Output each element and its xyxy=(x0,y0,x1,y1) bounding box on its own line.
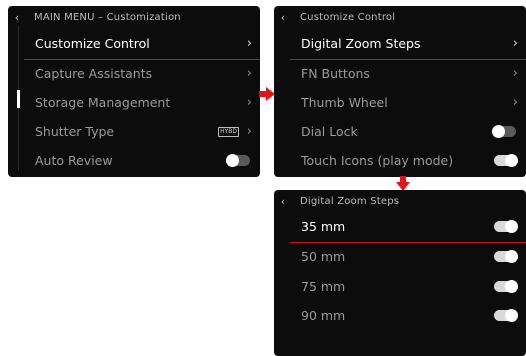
menu-item-dial-lock[interactable]: Dial Lock xyxy=(274,117,526,146)
zoom-step-90mm-toggle[interactable] xyxy=(494,309,518,322)
menu-item-label: Auto Review xyxy=(35,153,113,168)
back-chevron-icon[interactable]: ‹ xyxy=(274,195,292,208)
toggle-knob xyxy=(505,309,518,322)
customize-control-title: Customize Control xyxy=(300,11,396,23)
chevron-right-icon: › xyxy=(246,36,252,51)
toggle-knob xyxy=(505,250,518,263)
menu-item-label: Storage Management xyxy=(35,95,171,110)
zoom-step-label: 35 mm xyxy=(301,219,346,234)
zoom-step-label: 75 mm xyxy=(301,279,346,294)
toggle-knob xyxy=(505,280,518,293)
zoom-step-label: 50 mm xyxy=(301,249,346,264)
arrow-right-icon xyxy=(259,87,275,101)
menu-item-label: Dial Lock xyxy=(301,124,358,139)
toggle-knob xyxy=(505,154,518,167)
chevron-right-icon: › xyxy=(246,95,252,110)
zoom-step-50mm-toggle[interactable] xyxy=(494,250,518,263)
arrow-down-icon xyxy=(396,176,410,191)
menu-item-label: Touch Icons (play mode) xyxy=(301,153,454,168)
zoom-step-75mm[interactable]: 75 mm xyxy=(274,272,526,301)
zoom-step-90mm[interactable]: 90 mm xyxy=(274,301,526,330)
menu-item-storage-management[interactable]: Storage Management › xyxy=(8,88,260,117)
digital-zoom-steps-title: Digital Zoom Steps xyxy=(300,195,400,207)
toggle-knob xyxy=(505,220,518,233)
zoom-step-35mm[interactable]: 35 mm xyxy=(274,212,526,243)
menu-item-label: FN Buttons xyxy=(301,66,370,81)
chevron-right-icon: › xyxy=(512,95,518,110)
dial-lock-toggle[interactable] xyxy=(492,125,516,138)
menu-item-label: Capture Assistants xyxy=(35,66,153,81)
chevron-right-icon: › xyxy=(512,36,518,51)
menu-item-touch-icons[interactable]: Touch Icons (play mode) xyxy=(274,146,526,175)
toggle-knob xyxy=(226,154,239,167)
menu-item-label: Thumb Wheel xyxy=(301,95,388,110)
chevron-right-icon: › xyxy=(246,66,252,81)
menu-item-capture-assistants[interactable]: Capture Assistants › xyxy=(8,59,260,88)
toggle-knob xyxy=(492,125,505,138)
auto-review-toggle[interactable] xyxy=(226,154,250,167)
zoom-step-35mm-toggle[interactable] xyxy=(494,220,518,233)
digital-zoom-steps-panel: ‹ Digital Zoom Steps 35 mm 50 mm 75 mm 9… xyxy=(274,190,526,356)
zoom-step-label: 90 mm xyxy=(301,308,346,323)
main-menu-title: MAIN MENU – Customization xyxy=(34,11,181,23)
customize-control-header: ‹ Customize Control xyxy=(274,6,526,28)
digital-zoom-steps-header: ‹ Digital Zoom Steps xyxy=(274,190,526,212)
menu-item-fn-buttons[interactable]: FN Buttons › xyxy=(274,59,526,88)
back-chevron-icon[interactable]: ‹ xyxy=(274,11,292,24)
chevron-right-icon: › xyxy=(512,66,518,81)
menu-item-shutter-type[interactable]: Shutter Type HYBD › xyxy=(8,117,260,146)
menu-item-label: Shutter Type xyxy=(35,124,115,139)
main-menu-header: ‹ MAIN MENU – Customization xyxy=(8,6,260,28)
menu-item-auto-review[interactable]: Auto Review xyxy=(8,146,260,175)
menu-item-label: Customize Control xyxy=(35,36,150,51)
customize-control-panel: ‹ Customize Control Digital Zoom Steps ›… xyxy=(274,6,526,177)
zoom-step-75mm-toggle[interactable] xyxy=(494,280,518,293)
chevron-right-icon: › xyxy=(246,124,252,139)
menu-item-customize-control[interactable]: Customize Control › xyxy=(8,29,260,60)
back-chevron-icon[interactable]: ‹ xyxy=(8,11,26,24)
shutter-type-badge: HYBD xyxy=(218,127,239,137)
menu-item-label: Digital Zoom Steps xyxy=(301,36,421,51)
menu-item-digital-zoom-steps[interactable]: Digital Zoom Steps › xyxy=(274,29,526,60)
zoom-step-50mm[interactable]: 50 mm xyxy=(274,242,526,271)
touch-icons-toggle[interactable] xyxy=(494,154,518,167)
main-menu-panel: ‹ MAIN MENU – Customization Customize Co… xyxy=(8,6,260,177)
menu-item-thumb-wheel[interactable]: Thumb Wheel › xyxy=(274,88,526,117)
